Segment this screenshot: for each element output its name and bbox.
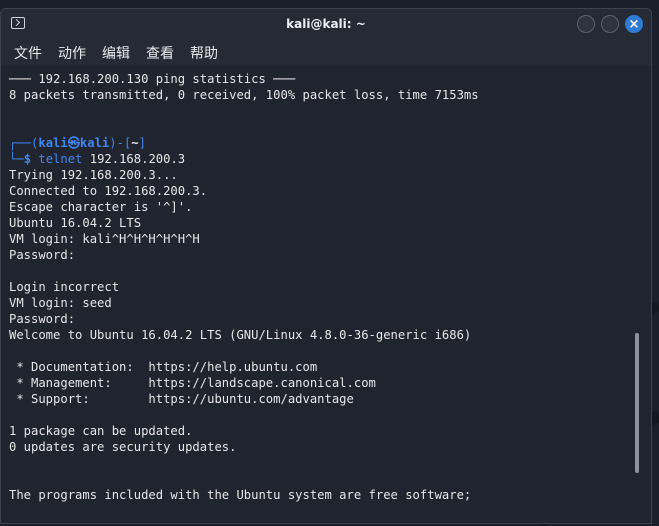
- terminal-line: Password:: [9, 248, 76, 262]
- menu-help[interactable]: 帮助: [189, 43, 219, 63]
- terminal-line: 8 packets transmitted, 0 received, 100% …: [9, 88, 479, 102]
- terminal-line: * Documentation: https://help.ubuntu.com: [9, 360, 318, 374]
- terminal-window: kali@kali: ~ × 文件 动作 编辑 查看 帮助 ─── 192.16…: [0, 8, 652, 524]
- terminal-line: Password:: [9, 312, 76, 326]
- terminal-line: Trying 192.168.200.3...: [9, 168, 178, 182]
- menu-file[interactable]: 文件: [13, 43, 43, 63]
- maximize-button[interactable]: [601, 15, 619, 33]
- menu-edit[interactable]: 编辑: [101, 43, 131, 63]
- prompt-line-bottom: └─$ telnet 192.168.200.3: [9, 151, 651, 167]
- prompt-corner-bottom: └─: [9, 152, 24, 166]
- prompt-at: ㉿: [67, 136, 80, 150]
- terminal-line: Login incorrect: [9, 280, 120, 294]
- terminal-line: * Support: https://ubuntu.com/advantage: [9, 392, 354, 406]
- terminal-line: * Management: https://landscape.canonica…: [9, 376, 376, 390]
- menu-view[interactable]: 查看: [145, 43, 175, 63]
- prompt-host: kali: [79, 136, 110, 150]
- terminal-line: The programs included with the Ubuntu sy…: [9, 488, 472, 502]
- window-title: kali@kali: ~: [286, 17, 366, 31]
- prompt-end: ]: [138, 136, 146, 150]
- prompt-cwd: ~: [131, 136, 139, 150]
- menu-actions[interactable]: 动作: [57, 43, 87, 63]
- terminal-line: 1 package can be updated.: [9, 424, 193, 438]
- minimize-button[interactable]: [577, 15, 595, 33]
- terminal-line: Escape character is '^]'.: [9, 200, 193, 214]
- prompt-line-top: ┌──(kali㉿kali)-[~]: [9, 135, 651, 151]
- prompt-corner: ┌──(: [9, 136, 39, 150]
- close-button[interactable]: ×: [625, 15, 643, 33]
- terminal-line: Ubuntu 16.04.2 LTS: [9, 216, 142, 230]
- command-args: 192.168.200.3: [82, 152, 186, 166]
- terminal-scrollbar[interactable]: [635, 333, 639, 473]
- command-name: telnet: [38, 152, 83, 166]
- menu-bar: 文件 动作 编辑 查看 帮助: [1, 40, 651, 67]
- terminal-line: Welcome to Ubuntu 16.04.2 LTS (GNU/Linux…: [9, 328, 472, 342]
- prompt-dollar: $: [23, 152, 39, 166]
- window-controls: ×: [577, 15, 643, 33]
- terminal-line: 0 updates are security updates.: [9, 440, 237, 454]
- terminal-line: Connected to 192.168.200.3.: [9, 184, 208, 198]
- title-bar[interactable]: kali@kali: ~ ×: [1, 9, 651, 40]
- prompt-user: kali: [38, 136, 68, 150]
- terminal-output[interactable]: ─── 192.168.200.130 ping statistics ─── …: [1, 67, 651, 523]
- terminal-line: VM login: seed: [9, 296, 112, 310]
- prompt-sep: )-[: [109, 136, 132, 150]
- close-icon: ×: [628, 16, 640, 32]
- terminal-line: VM login: kali^H^H^H^H^H^H: [9, 232, 200, 246]
- terminal-line: ─── 192.168.200.130 ping statistics ───: [9, 72, 296, 86]
